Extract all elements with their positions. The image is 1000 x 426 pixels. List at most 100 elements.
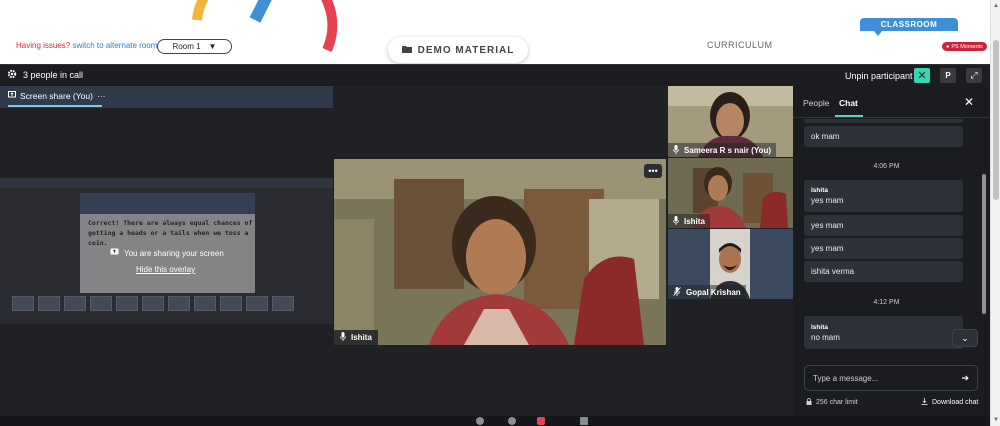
sharing-notice: You are sharing your screen [110,248,224,258]
participant-nameplate: Ishita [668,214,710,228]
tab-chat[interactable]: Chat [839,98,858,108]
screen-share-icon [8,91,16,101]
chat-message-partial [804,119,963,123]
chevron-down-icon: ⌄ [961,332,969,343]
people-count[interactable]: 3 people in call [7,69,83,81]
chat-message: yes mam [804,215,963,236]
people-count-label: 3 people in call [23,70,84,80]
download-chat-label: Download chat [932,399,979,406]
demo-material-button[interactable]: DEMO MATERIAL [388,37,528,63]
classroom-label: CLASSROOM [880,20,938,29]
participant-name: Sameera R s nair (You) [684,145,771,155]
issue-prefix: Having issues? [16,41,71,50]
screen-share-underline [8,105,102,107]
screen-share-header: Screen share (You) ··· [0,86,333,108]
control-icon[interactable] [580,417,588,425]
gear-icon[interactable] [7,69,17,81]
page-scrollbar[interactable]: ▲ ▼ [990,0,1000,426]
demo-material-label: DEMO MATERIAL [417,44,515,56]
page-header: Having issues? switch to alternate room … [0,0,990,64]
main-tile-name: Ishita [351,333,372,342]
main-video-image [334,159,666,345]
hide-overlay-link[interactable]: Hide this overlay [136,265,195,274]
chat-message-text: yes mam [811,221,844,230]
screen-share-icon [110,248,119,258]
video-stage: Screen share (You) ··· Correct! There ar… [0,86,793,426]
record-icon: ● [946,43,950,50]
mic-icon [673,215,679,227]
control-icon[interactable] [476,417,484,425]
chat-message: Ishita no mam [804,316,963,349]
char-limit-label: 256 char limit [816,399,858,406]
chat-message-sender: Ishita [811,323,828,331]
chat-scrollbar-thumb[interactable] [982,174,986,314]
chat-message-text: no mam [811,332,840,342]
chat-message-text: yes mam [811,196,844,205]
participant-nameplate: Gopal Krishan [668,285,746,299]
scroll-up-icon[interactable]: ▲ [993,3,999,9]
chat-message-input[interactable] [813,373,962,383]
scroll-down-icon[interactable]: ▼ [993,417,999,423]
tile-menu-button[interactable]: ••• [644,164,662,178]
caret-down-icon: ▼ [208,42,217,51]
chat-message: ishita verma [804,261,963,282]
room-select-value: Room 1 [172,42,201,51]
participant-name: Ishita [684,216,705,226]
sharing-notice-label: You are sharing your screen [124,248,224,258]
chat-input-box[interactable]: ➔ [804,365,978,391]
chat-message-text: ishita verma [811,267,855,276]
mic-icon [340,332,346,343]
chat-tabs: People Chat ✕ [793,86,990,118]
control-icon[interactable] [508,417,516,425]
participant-tile-self[interactable]: Sameera R s nair (You) [668,86,793,157]
moments-label: PS Moments [951,43,983,50]
scroll-to-bottom-button[interactable]: ⌄ [952,329,978,347]
download-icon [921,398,928,407]
folder-icon [401,45,412,56]
chat-message-text: ok mam [811,132,840,141]
char-limit-note: 256 char limit [806,398,858,407]
chat-message-sender: Ishita [811,187,828,194]
unpin-button[interactable]: ✕ [914,68,930,83]
lock-icon [806,398,812,407]
download-chat-button[interactable]: Download chat [921,398,978,407]
tab-people[interactable]: People [803,98,829,108]
more-options-icon[interactable]: ··· [97,91,106,101]
chat-scrollbar[interactable] [982,119,987,349]
screen-share-preview: Correct! There are always equal chances … [0,178,333,324]
participant-tile-ishita[interactable]: Ishita [668,158,793,228]
chat-message-text: yes mam [811,244,844,253]
alternate-room-link[interactable]: switch to alternate room [72,41,157,50]
chat-message: ok mam [804,126,963,147]
fullscreen-icon[interactable]: ⤢ [966,68,982,83]
participant-nameplate: Sameera R s nair (You) [668,143,776,157]
moments-button[interactable]: ● PS Moments [942,42,987,51]
chat-message: Ishita yes mam [804,180,963,212]
screen-share-tile[interactable]: Screen share (You) ··· Correct! There ar… [0,86,333,346]
unpin-participant-label: Unpin participant [845,71,913,81]
close-icon[interactable]: ✕ [964,95,974,109]
room-select[interactable]: Room 1 ▼ [157,39,232,54]
chat-message: yes mam [804,238,963,259]
chat-time-separator: 4:12 PM [873,299,900,306]
screen-share-label: Screen share (You) [20,91,93,101]
mic-off-icon [673,286,681,298]
main-tile-nameplate: Ishita [334,330,378,345]
chat-panel: People Chat ✕ ok mam 4:06 PM Ishita yes … [793,86,990,426]
active-tab-indicator [835,115,863,117]
issue-notice: Having issues? switch to alternate room [16,41,157,50]
main-video-feed[interactable] [334,159,666,345]
mic-icon [673,144,679,156]
participant-name: Gopal Krishan [686,287,741,297]
send-arrow-icon[interactable]: ➔ [961,373,969,384]
participant-p-button[interactable]: P [940,68,956,83]
chat-time-separator: 4:06 PM [873,163,900,170]
classroom-tab[interactable]: CLASSROOM [860,18,958,36]
participant-tile-gopal[interactable]: Gopal Krishan [668,229,793,299]
control-icon[interactable] [537,417,545,425]
page-scrollbar-thumb[interactable] [993,40,999,200]
curriculum-tab[interactable]: CURRICULUM [707,40,773,50]
chat-message-list[interactable]: ok mam 4:06 PM Ishita yes mam yes mam ye… [793,119,990,349]
meeting-controls-bar [0,416,990,426]
screen-share-title: Screen share (You) ··· [8,91,105,101]
